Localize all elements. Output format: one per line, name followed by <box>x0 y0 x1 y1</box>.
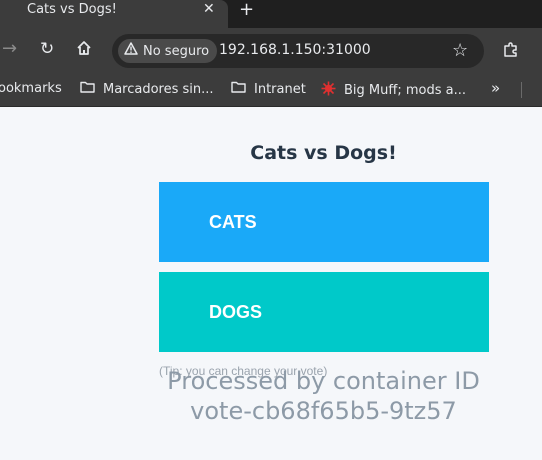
bookmarks-bar: ookmarks Marcadores sin... Intranet Big … <box>0 74 542 107</box>
bookmark-label: Big Muff; mods a... <box>344 83 466 98</box>
page-title: Cats vs Dogs! <box>250 142 397 164</box>
tab-strip: Cats vs Dogs! ✕ + <box>0 0 542 28</box>
security-chip[interactable]: No seguro <box>118 39 218 63</box>
vote-dogs-button[interactable]: DOGS <box>159 272 489 352</box>
vote-cats-button[interactable]: CATS <box>159 182 489 262</box>
virus-favicon-icon <box>321 81 336 100</box>
home-icon[interactable] <box>76 40 92 61</box>
security-label: No seguro <box>143 43 210 59</box>
bookmark-item-marcadores[interactable]: Marcadores sin... <box>80 81 214 97</box>
page-content: Cats vs Dogs! CATS DOGS (Tip: you can ch… <box>0 107 542 460</box>
url-text[interactable]: 192.168.1.150:31000 <box>219 42 371 58</box>
folder-icon <box>231 81 246 97</box>
bookmarks-divider <box>521 82 522 98</box>
bookmark-item-all[interactable]: ookmarks <box>0 81 62 96</box>
bookmark-item-intranet[interactable]: Intranet <box>231 81 306 97</box>
bookmark-label: Marcadores sin... <box>103 81 214 97</box>
bookmark-item-big-muff[interactable]: Big Muff; mods a... <box>321 81 466 100</box>
vote-cats-label: CATS <box>209 212 257 232</box>
bookmark-label: Intranet <box>254 81 306 97</box>
browser-toolbar: → ↻ No seguro 192.168.1.150:31000 ☆ <box>0 28 542 74</box>
new-tab-icon[interactable]: + <box>239 0 254 20</box>
vote-dogs-label: DOGS <box>209 302 263 322</box>
address-bar[interactable]: No seguro 192.168.1.150:31000 ☆ <box>112 34 484 68</box>
active-tab[interactable]: Cats vs Dogs! ✕ <box>0 0 228 28</box>
processed-by-label: Processed by container ID <box>167 367 480 395</box>
bookmark-label: ookmarks <box>0 81 62 96</box>
more-bookmarks-icon[interactable]: » <box>491 79 500 97</box>
close-tab-icon[interactable]: ✕ <box>203 1 215 17</box>
warning-icon <box>124 42 138 60</box>
folder-icon <box>80 81 95 97</box>
bookmark-star-icon[interactable]: ☆ <box>452 40 468 61</box>
extensions-icon[interactable] <box>502 41 520 64</box>
reload-icon[interactable]: ↻ <box>40 39 54 59</box>
container-id-info: Processed by container ID vote-cb68f65b5… <box>158 366 489 426</box>
container-id-value: vote-cb68f65b5-9tz57 <box>190 397 457 425</box>
forward-icon[interactable]: → <box>2 38 17 59</box>
tab-title: Cats vs Dogs! <box>27 2 117 17</box>
